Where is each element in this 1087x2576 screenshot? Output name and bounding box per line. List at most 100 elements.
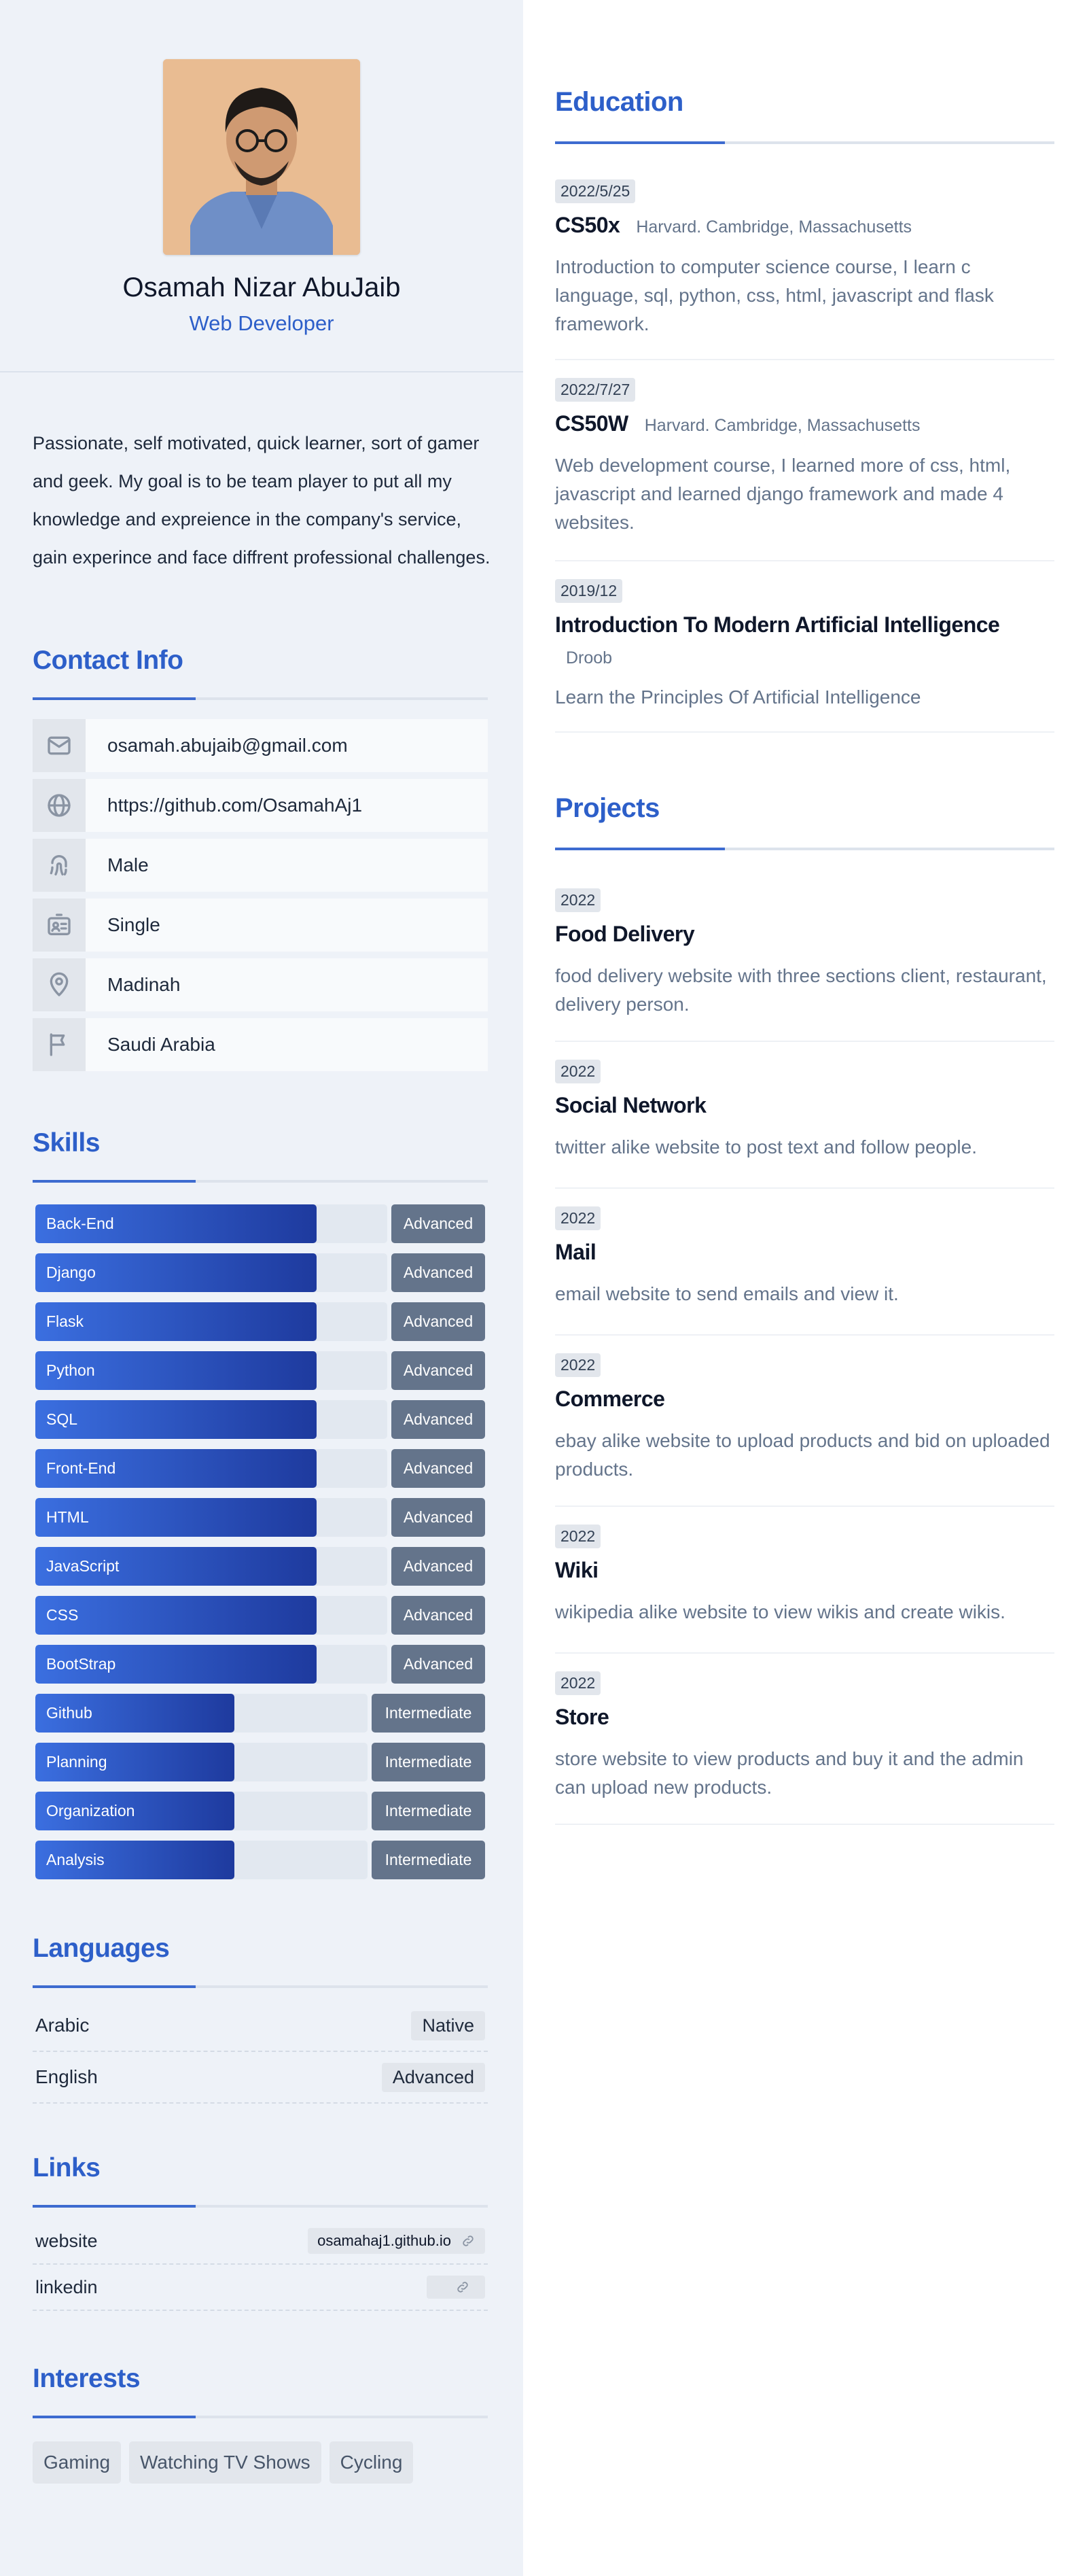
link-label: website (35, 2230, 98, 2251)
skill-bar: Planning (35, 1743, 368, 1781)
contact-text: Madinah (86, 958, 488, 1011)
entry-description: email website to send emails and view it… (555, 1283, 899, 1304)
entry-header: Store (555, 1705, 1054, 1730)
languages-list: Arabic Native English Advanced (33, 2000, 488, 2104)
projects-title: Projects (555, 793, 660, 823)
section-divider (33, 2416, 488, 2418)
skill-name: Flask (46, 1312, 84, 1330)
flag-icon (33, 1018, 86, 1071)
entry-title: Wiki (555, 1558, 599, 1582)
section-divider (555, 848, 1054, 850)
skill-name: Planning (46, 1753, 107, 1771)
skill-level: Intermediate (372, 1743, 485, 1781)
skill-bar: BootStrap (35, 1645, 387, 1684)
language-level: Advanced (381, 2062, 485, 2092)
skill-item: Django Advanced (33, 1253, 488, 1292)
languages-title: Languages (33, 1934, 170, 1963)
contact-text: osamah.abujaib@gmail.com (86, 719, 488, 772)
entry-place: Harvard. Cambridge, Massachusetts (636, 217, 912, 237)
skill-level: Advanced (391, 1547, 485, 1586)
links-section: Links website osamahaj1.github.io linked… (33, 2153, 488, 2311)
project-item: 2022 Mail email website to send emails and… (555, 1206, 1054, 1336)
contact-item-status: Single (33, 899, 488, 952)
contact-text: Saudi Arabia (86, 1018, 488, 1071)
project-item: 2022 Store store website to view products … (555, 1671, 1054, 1825)
skill-name: BootStrap (46, 1655, 116, 1673)
interest-tag: Gaming (33, 2441, 122, 2484)
entry-date: 2022 (555, 1206, 601, 1230)
entry-description: Web development course, I learned more o… (555, 455, 1011, 533)
skill-bar: JavaScript (35, 1547, 387, 1586)
contact-item-email[interactable]: osamah.abujaib@gmail.com (33, 719, 488, 772)
interests-list: Gaming Watching TV Shows Cycling (33, 2441, 488, 2484)
contact-item-country: Saudi Arabia (33, 1018, 488, 1071)
id-card-icon (33, 899, 86, 952)
skill-name: Back-End (46, 1215, 114, 1232)
skill-level: Advanced (391, 1302, 485, 1341)
linkedin-link[interactable] (427, 2276, 485, 2299)
skill-bar: Back-End (35, 1204, 387, 1243)
about-text: Passionate, self motivated, quick learne… (33, 433, 491, 568)
skill-item: Planning Intermediate (33, 1743, 488, 1781)
skill-name: Analysis (46, 1851, 105, 1868)
entry-header: Mail (555, 1240, 1054, 1265)
skill-name: Organization (46, 1802, 135, 1820)
contact-section: Contact Info osamah.abujaib@gmail.com ht… (33, 646, 488, 1078)
entry-description: store website to view products and buy i… (555, 1748, 1024, 1798)
skill-bar: Front-End (35, 1449, 387, 1488)
section-divider (555, 141, 1054, 144)
entry-header: Wiki (555, 1558, 1054, 1583)
entry-description: ebay alike website to upload products an… (555, 1430, 1050, 1480)
language-item: English Advanced (33, 2052, 488, 2104)
links-title: Links (33, 2153, 101, 2182)
entry-title: Mail (555, 1240, 596, 1264)
entry-date: 2022/5/25 (555, 179, 636, 203)
skill-item: Front-End Advanced (33, 1449, 488, 1488)
skill-item: HTML Advanced (33, 1498, 488, 1537)
projects-list: 2022 Food Delivery food delivery website w… (555, 888, 1054, 1825)
skills-list: Back-End Advanced Django Advanced Flask Advan… (33, 1204, 488, 1879)
entry-header: Introduction To Modern Artificial Intell… (555, 612, 1054, 668)
entry-place: Harvard. Cambridge, Massachusetts (644, 416, 921, 435)
skill-level: Intermediate (372, 1841, 485, 1879)
entry-title: Store (555, 1705, 609, 1729)
link-item-website: website osamahaj1.github.io (33, 2218, 488, 2265)
website-link[interactable]: osamahaj1.github.io (308, 2228, 485, 2254)
skill-bar: HTML (35, 1498, 387, 1537)
skill-level: Intermediate (372, 1694, 485, 1733)
skill-item: Organization Intermediate (33, 1792, 488, 1830)
skill-level: Advanced (391, 1596, 485, 1635)
skill-item: Back-End Advanced (33, 1204, 488, 1243)
contact-text: Single (86, 899, 488, 952)
skill-level: Advanced (391, 1498, 485, 1537)
interest-tag: Cycling (329, 2441, 414, 2484)
skill-name: HTML (46, 1508, 89, 1526)
skill-item: Flask Advanced (33, 1302, 488, 1341)
skill-level: Advanced (391, 1645, 485, 1684)
skill-name: Django (46, 1264, 96, 1281)
skills-title: Skills (33, 1128, 100, 1158)
skill-bar: SQL (35, 1400, 387, 1439)
skill-bar: CSS (35, 1596, 387, 1635)
main-content: Education 2022/5/25 CS50x Harvard. Cambr… (523, 0, 1087, 2576)
interests-section: Interests Gaming Watching TV Shows Cycli… (33, 2364, 488, 2484)
profile-role: Web Developer (189, 311, 334, 335)
mail-icon (33, 719, 86, 772)
skill-name: SQL (46, 1410, 78, 1428)
skill-bar: Github (35, 1694, 368, 1733)
link-item-linkedin: linkedin (33, 2265, 488, 2311)
entry-title: CS50W (555, 411, 628, 436)
skill-name: Python (46, 1361, 95, 1379)
skill-name: JavaScript (46, 1557, 120, 1575)
entry-date: 2019/12 (555, 579, 623, 603)
entry-header: Social Network (555, 1093, 1054, 1118)
link-icon (457, 2282, 468, 2293)
skill-level: Advanced (391, 1449, 485, 1488)
skill-name: CSS (46, 1606, 79, 1624)
language-name: English (35, 2066, 98, 2087)
contact-item-website[interactable]: https://github.com/OsamahAj1 (33, 779, 488, 832)
entry-description: wikipedia alike website to view wikis an… (555, 1601, 1005, 1622)
entry-description: Introduction to computer science course,… (555, 256, 994, 334)
skill-bar: Analysis (35, 1841, 368, 1879)
profile-header: Osamah Nizar AbuJaib Web Developer (0, 0, 523, 372)
